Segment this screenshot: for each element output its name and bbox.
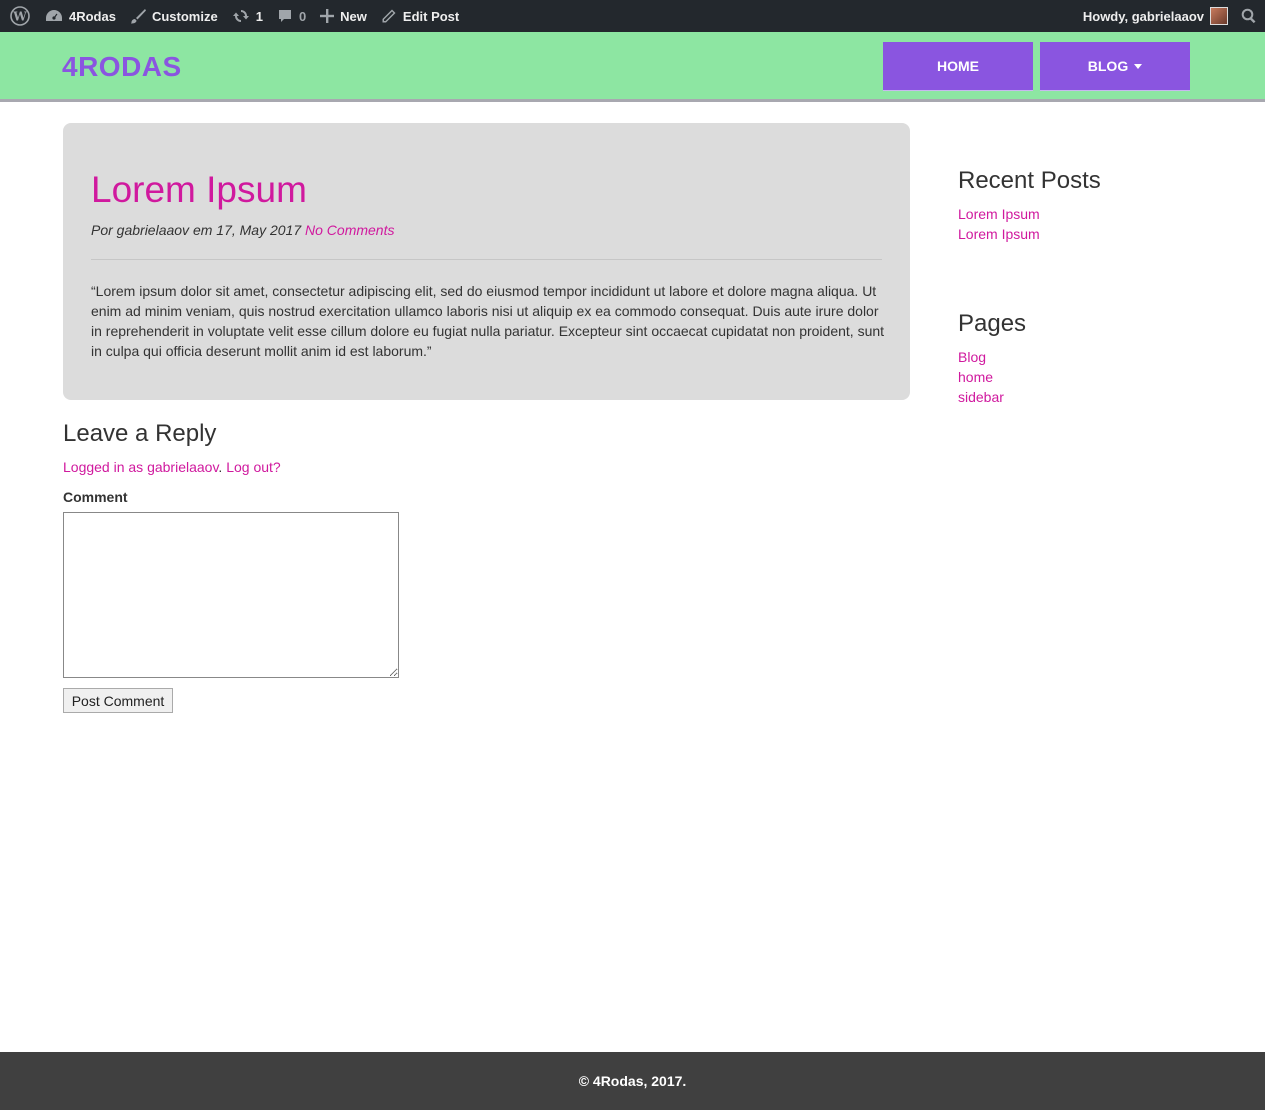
page-link-home[interactable]: home: [958, 369, 993, 385]
nav-blog-label: BLOG: [1087, 58, 1129, 74]
customize-link[interactable]: Customize: [123, 0, 225, 32]
svg-text:W: W: [12, 10, 27, 24]
avatar: [1210, 7, 1228, 25]
edit-post-label: Edit Post: [402, 8, 460, 24]
edit-post-link[interactable]: Edit Post: [374, 0, 466, 32]
recent-posts-title: Recent Posts: [958, 167, 1101, 194]
wordpress-icon: W: [10, 6, 30, 26]
comments-link[interactable]: 0: [270, 0, 313, 32]
recent-post-link[interactable]: Lorem Ipsum: [958, 226, 1040, 242]
logged-in-link[interactable]: Logged in as gabrielaaov: [63, 459, 218, 475]
logout-link[interactable]: Log out?: [226, 459, 281, 475]
reply-title: Leave a Reply: [63, 420, 217, 447]
admin-bar: W 4Rodas Customize 1 0 New Edit Post How…: [0, 0, 1265, 32]
plus-icon: [320, 9, 335, 23]
post-divider: [91, 259, 882, 260]
nav-blog[interactable]: BLOG: [1040, 42, 1190, 91]
post-card: Lorem Ipsum Por gabrielaaov em 17, May 2…: [63, 123, 910, 400]
site-logo[interactable]: 4RODAS: [62, 51, 182, 83]
post-comment-button[interactable]: Post Comment: [63, 688, 173, 713]
pencil-icon: [381, 8, 397, 24]
nav-home-label: HOME: [937, 58, 979, 74]
wordpress-menu[interactable]: W: [2, 0, 38, 32]
post-meta: Por gabrielaaov em 17, May 2017 No Comme…: [91, 222, 394, 238]
search-icon: [1241, 8, 1257, 24]
customize-label: Customize: [151, 8, 218, 24]
recent-post-link[interactable]: Lorem Ipsum: [958, 206, 1040, 222]
footer-text: © 4Rodas, 2017.: [578, 1073, 687, 1089]
nav-home[interactable]: HOME: [883, 42, 1033, 91]
refresh-icon: [232, 8, 250, 24]
comment-textarea[interactable]: [63, 512, 399, 678]
chevron-down-icon: [1134, 63, 1143, 69]
new-content-menu[interactable]: New: [313, 0, 374, 32]
site-name-menu[interactable]: 4Rodas: [38, 0, 123, 32]
pages-title: Pages: [958, 310, 1027, 337]
account-menu[interactable]: Howdy, gabrielaaov: [1076, 0, 1235, 32]
logged-in-line: Logged in as gabrielaaov. Log out?: [63, 459, 281, 475]
comment-label: Comment: [63, 489, 128, 505]
site-name-label: 4Rodas: [69, 8, 116, 24]
post-title: Lorem Ipsum: [91, 169, 307, 210]
site-header: 4RODAS HOME BLOG: [0, 32, 1265, 102]
page-link-blog[interactable]: Blog: [958, 349, 986, 365]
site-footer: © 4Rodas, 2017.: [0, 1052, 1265, 1110]
new-label: New: [340, 8, 367, 24]
admin-search[interactable]: [1235, 0, 1265, 32]
updates-link[interactable]: 1: [225, 0, 270, 32]
comments-link[interactable]: No Comments: [305, 222, 394, 238]
brush-icon: [130, 8, 146, 24]
admin-bar-right: Howdy, gabrielaaov: [1076, 0, 1265, 32]
post-meta-text: Por gabrielaaov em 17, May 2017: [91, 222, 302, 238]
comments-count: 0: [298, 8, 307, 24]
comment-icon: [277, 8, 293, 24]
dashboard-icon: [45, 8, 63, 24]
admin-bar-left: W 4Rodas Customize 1 0 New Edit Post: [0, 0, 466, 32]
logged-in-separator: .: [218, 459, 223, 475]
page-link-sidebar[interactable]: sidebar: [958, 389, 1004, 405]
howdy-label: Howdy, gabrielaaov: [1082, 8, 1204, 24]
post-body: “Lorem ipsum dolor sit amet, consectetur…: [91, 283, 885, 359]
updates-count: 1: [255, 8, 263, 24]
